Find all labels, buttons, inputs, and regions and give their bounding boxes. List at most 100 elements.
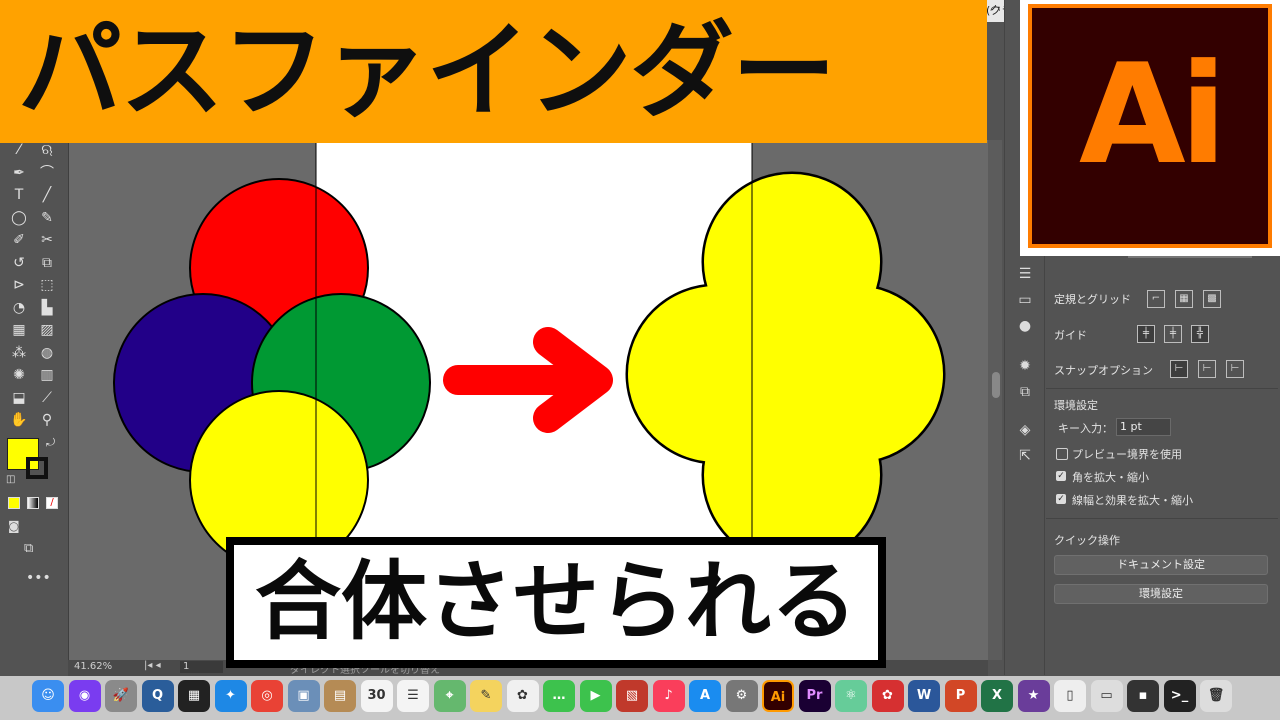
transparency-grid-icon[interactable]: ▩ <box>1203 290 1221 308</box>
illustrator-icon[interactable]: Ai <box>762 680 794 712</box>
snap-to-glyph-icon[interactable]: ⊢ <box>1226 360 1244 378</box>
shaper-icon[interactable]: ✐ <box>9 230 29 250</box>
preference-checkbox-label: プレビュー境界を使用 <box>1072 448 1182 461</box>
trash-icon[interactable]: 🗑 <box>1200 680 1232 712</box>
word-icon[interactable]: W <box>908 680 940 712</box>
terminal-icon[interactable]: >_ <box>1163 680 1196 712</box>
document-setup-button[interactable]: ドキュメント設定 <box>1054 555 1268 575</box>
align-panel-icon[interactable]: ☰ <box>1015 264 1035 284</box>
preference-checkbox[interactable]: ✓ <box>1056 494 1066 504</box>
imovie-icon[interactable]: ★ <box>1017 680 1050 712</box>
facetime-icon[interactable]: ▶ <box>579 680 612 712</box>
layers-panel-icon[interactable]: ◈ <box>1015 420 1035 440</box>
shape-builder-icon[interactable]: ◔ <box>9 298 29 318</box>
chrome-icon[interactable]: ◎ <box>251 680 283 712</box>
eyedropper-icon[interactable]: ⁂ <box>9 343 29 363</box>
color-mode-icon[interactable] <box>8 497 20 509</box>
appearance-panel-icon[interactable]: ✹ <box>1015 356 1035 376</box>
calendar-icon[interactable]: 30 <box>360 680 393 712</box>
gradient-mode-icon[interactable] <box>27 497 39 509</box>
type-icon[interactable]: T <box>9 185 29 205</box>
photo-app-icon[interactable]: ▧ <box>616 680 648 712</box>
width-icon[interactable]: ⊳ <box>9 275 29 295</box>
excel-icon[interactable]: X <box>981 680 1013 712</box>
artboard-icon[interactable]: ⬓ <box>9 388 29 408</box>
draw-mode-icon[interactable]: ◙ <box>8 519 20 533</box>
chart-icon[interactable]: ▙ <box>37 298 57 318</box>
curvature-icon[interactable]: ⌒ <box>37 163 57 183</box>
reminders-icon[interactable]: ☰ <box>397 680 429 712</box>
illustrator-logo-text: Ai <box>1078 34 1227 195</box>
ellipse-icon[interactable]: ◯ <box>9 208 29 228</box>
overlapping-circles[interactable] <box>113 178 431 570</box>
quicktime-icon[interactable]: Q <box>141 680 174 712</box>
line-icon[interactable]: ╱ <box>37 185 57 205</box>
free-transform-icon[interactable]: ⬚ <box>37 275 57 295</box>
gradient-icon[interactable]: ▨ <box>37 320 57 340</box>
show-guides-icon[interactable]: ╪ <box>1137 325 1155 343</box>
key-increment-field[interactable]: 1 pt <box>1116 418 1171 436</box>
notes-app-icon[interactable]: ▤ <box>324 680 356 712</box>
export-panel-icon[interactable]: ⧉ <box>1015 382 1035 402</box>
slice-icon[interactable]: ⟋ <box>37 388 57 408</box>
scale-icon[interactable]: ⧉ <box>37 253 57 273</box>
grid-icon[interactable]: ▦ <box>1175 290 1193 308</box>
ruler-icon[interactable]: ⌐ <box>1147 290 1165 308</box>
scrollbar-thumb[interactable] <box>992 372 1000 398</box>
finder-icon[interactable]: ☺ <box>32 680 64 712</box>
maps-icon[interactable]: ⌖ <box>433 680 466 712</box>
lock-guides-icon[interactable]: ╪ <box>1164 325 1182 343</box>
vertical-scrollbar[interactable] <box>988 140 1002 660</box>
symbol-sprayer-icon[interactable]: ✺ <box>9 365 29 385</box>
screen-mode-icon[interactable]: ⧉ <box>24 541 33 556</box>
hand-icon[interactable]: ✋ <box>9 410 29 430</box>
gradient-panel-icon[interactable]: ▭ <box>1015 290 1035 310</box>
system-preferences-icon[interactable]: ⚙ <box>725 680 758 712</box>
stroke-swatch[interactable] <box>26 457 48 479</box>
zoom-level[interactable]: 41.62% <box>74 661 112 672</box>
united-shape[interactable] <box>625 171 946 566</box>
preference-checkbox[interactable]: ✓ <box>1056 471 1066 481</box>
prev-artboard-icon[interactable]: |◂ ◂ <box>144 660 161 671</box>
caption-text: 合体させられる <box>255 552 857 652</box>
photos-icon[interactable]: ✿ <box>506 680 539 712</box>
safari-icon[interactable]: ✦ <box>214 680 247 712</box>
screenshot-icon[interactable]: ▪ <box>1127 680 1159 712</box>
column-graph-icon[interactable]: ▥ <box>37 365 57 385</box>
zoom-icon[interactable]: ⚲ <box>37 410 57 430</box>
none-mode-icon[interactable]: / <box>46 497 58 509</box>
stickies-icon[interactable]: ✎ <box>470 680 502 712</box>
swap-colors-icon[interactable]: ⤾ <box>46 436 55 450</box>
snap-to-point-icon[interactable]: ⊢ <box>1170 360 1188 378</box>
transparency-panel-icon[interactable]: ● <box>1015 316 1035 336</box>
smart-guides-icon[interactable]: ╬ <box>1191 325 1209 343</box>
launchpad-icon[interactable]: 🚀 <box>105 680 137 712</box>
music-icon[interactable]: ♪ <box>652 680 685 712</box>
preview-icon[interactable]: ▣ <box>287 680 320 712</box>
lasso-icon[interactable]: ଋ <box>37 140 57 160</box>
premiere-icon[interactable]: Pr <box>798 680 831 712</box>
app-store-icon[interactable]: A <box>689 680 721 712</box>
blend-icon[interactable]: ◍ <box>37 343 57 363</box>
scissors-icon[interactable]: ✂ <box>37 230 57 250</box>
document-icon[interactable]: ▯ <box>1054 680 1086 712</box>
scrivener-icon[interactable]: ✿ <box>871 680 904 712</box>
default-colors-icon[interactable]: ◫ <box>6 474 15 485</box>
photo-booth-icon[interactable]: ▦ <box>178 680 210 712</box>
rotate-icon[interactable]: ↺ <box>9 253 29 273</box>
drive-icon[interactable]: ▭ <box>1090 680 1123 712</box>
atom-icon[interactable]: ⚛ <box>835 680 867 712</box>
messages-icon[interactable]: … <box>543 680 575 712</box>
paintbrush-icon[interactable]: ✎ <box>37 208 57 228</box>
more-tools-icon[interactable]: ••• <box>26 570 51 586</box>
pen-icon[interactable]: ✒ <box>9 163 29 183</box>
preference-checkbox[interactable] <box>1056 448 1068 460</box>
powerpoint-icon[interactable]: P <box>944 680 977 712</box>
siri-icon[interactable]: ◉ <box>68 680 101 712</box>
snap-to-pixel-icon[interactable]: ⊢ <box>1198 360 1216 378</box>
asset-export-icon[interactable]: ⇱ <box>1015 446 1035 466</box>
mesh-icon[interactable]: ▦ <box>9 320 29 340</box>
magic-wand-icon[interactable]: ⁄ <box>9 140 29 160</box>
artboard-number-field[interactable]: 1 <box>180 661 223 673</box>
preferences-button[interactable]: 環境設定 <box>1054 584 1268 604</box>
